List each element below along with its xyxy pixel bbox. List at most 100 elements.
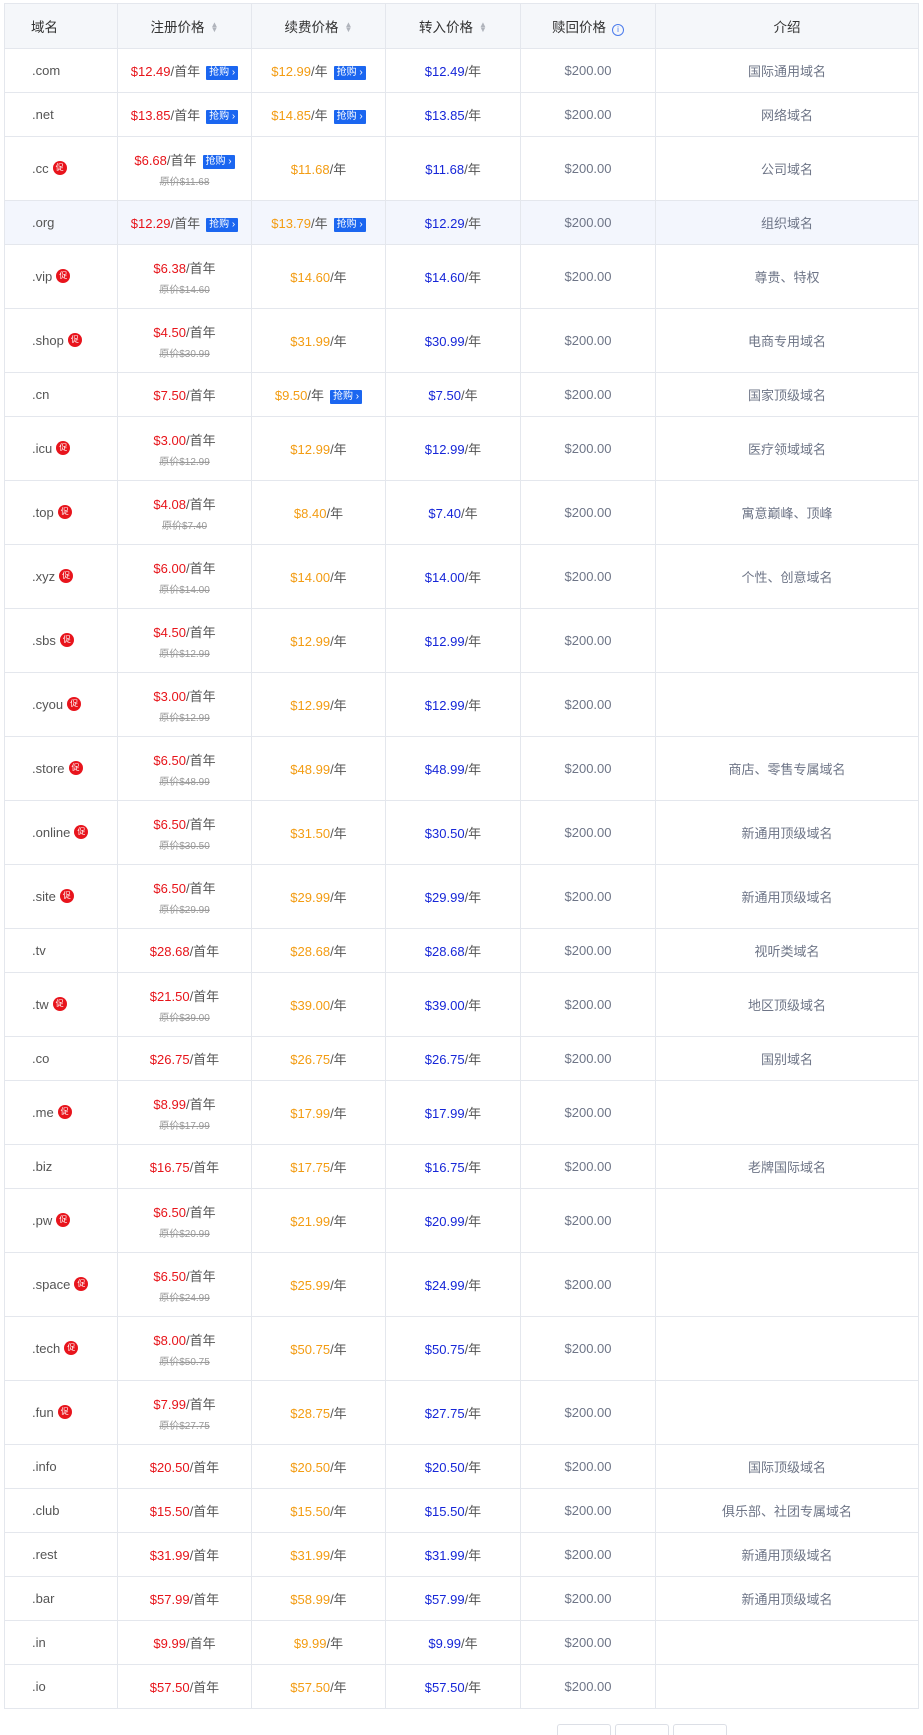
cell-transfer-price: $7.50/年	[385, 372, 521, 417]
promo-icon: 促	[57, 1405, 72, 1419]
info-circle-icon[interactable]: i	[612, 24, 624, 36]
register-price: $57.99	[149, 1592, 190, 1607]
cell-intro	[655, 1664, 919, 1709]
pagination-next-button[interactable]	[673, 1724, 727, 1735]
renew-price: $14.85	[271, 108, 312, 123]
promo-icon: 促	[56, 269, 71, 283]
register-price: $21.50	[149, 988, 190, 1004]
transfer-unit: /年	[464, 1052, 482, 1067]
intro-text: 网络域名	[760, 108, 813, 123]
redeem-price: $200.00	[564, 1405, 612, 1420]
transfer-unit: /年	[464, 1504, 482, 1519]
cell-transfer-price: $30.50/年	[385, 800, 521, 865]
register-unit: /首年	[189, 1680, 220, 1695]
register-price: $4.50	[153, 624, 186, 640]
cell-redeem-price: $200.00	[520, 1080, 656, 1145]
domain-tld: .online	[32, 825, 71, 840]
cell-domain: .biz	[4, 1144, 118, 1189]
transfer-unit: /年	[464, 762, 482, 777]
rush-buy-button[interactable]: 抢购 ›	[202, 154, 235, 169]
cell-intro: 公司域名	[655, 136, 919, 201]
cell-redeem-price: $200.00	[520, 544, 656, 609]
cell-intro	[655, 1316, 919, 1381]
transfer-price: $7.40	[428, 506, 461, 521]
cell-transfer-price: $12.29/年	[385, 200, 521, 245]
register-price: $9.99	[153, 1636, 186, 1651]
rush-buy-button[interactable]: 抢购 ›	[206, 110, 239, 124]
renew-price: $14.60	[290, 270, 331, 285]
sort-caret-icon[interactable]: ▲ ▼	[345, 21, 353, 34]
table-row: .store 促 $6.50/首年 原价$48.99 $48.99/年 $48.99/年 $…	[4, 736, 919, 801]
domain-tld: .org	[32, 215, 55, 230]
cell-domain: .me 促	[4, 1080, 118, 1145]
transfer-price: $12.99	[424, 442, 465, 457]
register-price: $15.50	[149, 1504, 190, 1519]
cell-redeem-price: $200.00	[520, 136, 656, 201]
cell-transfer-price: $30.99/年	[385, 308, 521, 373]
transfer-price: $30.99	[424, 334, 465, 349]
domain-tld: .site	[32, 889, 56, 904]
cell-intro: 医疗领域域名	[655, 416, 919, 481]
cell-intro	[655, 672, 919, 737]
renew-unit: /年	[330, 1278, 347, 1293]
sort-caret-icon[interactable]: ▲ ▼	[479, 21, 487, 34]
table-row: .icu 促 $3.00/首年 原价$12.99 $12.99/年 $12.99/年 $20…	[4, 416, 919, 481]
rush-buy-button[interactable]: 抢购 ›	[206, 66, 239, 80]
cell-redeem-price: $200.00	[520, 1488, 656, 1533]
cell-intro: 网络域名	[655, 92, 919, 137]
register-price: $6.50	[153, 1268, 186, 1284]
rush-buy-button[interactable]: 抢购 ›	[333, 110, 366, 124]
register-price: $6.68	[134, 152, 167, 168]
sort-caret-icon[interactable]: ▲ ▼	[211, 21, 219, 34]
transfer-price: $57.50	[424, 1680, 465, 1695]
renew-price: $9.50	[274, 388, 308, 403]
promo-icon: 促	[59, 633, 74, 647]
table-row: .tv $28.68/首年 $28.68/年 $28.68/年 $200.00 视听类域名	[4, 928, 919, 973]
renew-unit: /年	[330, 1460, 347, 1475]
chevron-right-icon: ›	[356, 67, 363, 78]
transfer-price: $20.50	[424, 1460, 465, 1475]
header-register[interactable]: 注册价格 ▲ ▼	[117, 3, 252, 49]
intro-text: 国际通用域名	[747, 64, 826, 79]
pagination-prev-button[interactable]	[557, 1724, 611, 1735]
cell-renew-price: $12.99/年 抢购 ›	[251, 48, 386, 93]
domain-tld: .co	[32, 1051, 50, 1066]
cell-intro	[655, 1188, 919, 1253]
promo-icon: 促	[57, 1105, 72, 1119]
cell-transfer-price: $17.99/年	[385, 1080, 521, 1145]
register-unit: /首年	[185, 624, 216, 640]
domain-tld: .pw	[32, 1213, 53, 1228]
rush-buy-button[interactable]: 抢购 ›	[330, 390, 363, 404]
intro-text: 尊贵、特权	[754, 270, 820, 285]
cell-register-price: $6.50/首年 原价$20.99	[117, 1188, 252, 1253]
promo-icon: 促	[68, 761, 83, 775]
renew-unit: /年	[330, 1106, 347, 1121]
rush-buy-button[interactable]: 抢购 ›	[333, 218, 366, 232]
pagination-page-button[interactable]	[615, 1724, 669, 1735]
header-transfer[interactable]: 转入价格 ▲ ▼	[385, 3, 521, 49]
table-row: .cyou 促 $3.00/首年 原价$12.99 $12.99/年 $12.99/年 $2…	[4, 672, 919, 737]
promo-icon: 促	[74, 1277, 89, 1291]
header-renew[interactable]: 续费价格 ▲ ▼	[251, 3, 386, 49]
header-transfer-label: 转入价格	[419, 20, 474, 35]
cell-renew-price: $28.68/年	[251, 928, 386, 973]
transfer-unit: /年	[464, 698, 482, 713]
cell-transfer-price: $29.99/年	[385, 864, 521, 929]
register-unit: /首年	[185, 1332, 216, 1348]
renew-unit: /年	[330, 1160, 347, 1175]
cell-redeem-price: $200.00	[520, 92, 656, 137]
cell-renew-price: $17.75/年	[251, 1144, 386, 1189]
cell-transfer-price: $39.00/年	[385, 972, 521, 1037]
cell-redeem-price: $200.00	[520, 1036, 656, 1081]
transfer-unit: /年	[464, 162, 481, 177]
rush-buy-button[interactable]: 抢购 ›	[206, 218, 239, 232]
cell-intro: 国家顶级域名	[655, 372, 919, 417]
renew-unit: /年	[330, 1548, 347, 1563]
cell-renew-price: $50.75/年	[251, 1316, 386, 1381]
rush-buy-button[interactable]: 抢购 ›	[333, 66, 366, 80]
intro-text: 俱乐部、社团专属域名	[721, 1504, 852, 1519]
cell-domain: .co	[4, 1036, 118, 1081]
renew-price: $17.99	[290, 1106, 331, 1121]
transfer-unit: /年	[464, 1592, 482, 1607]
renew-price: $13.79	[271, 216, 312, 231]
